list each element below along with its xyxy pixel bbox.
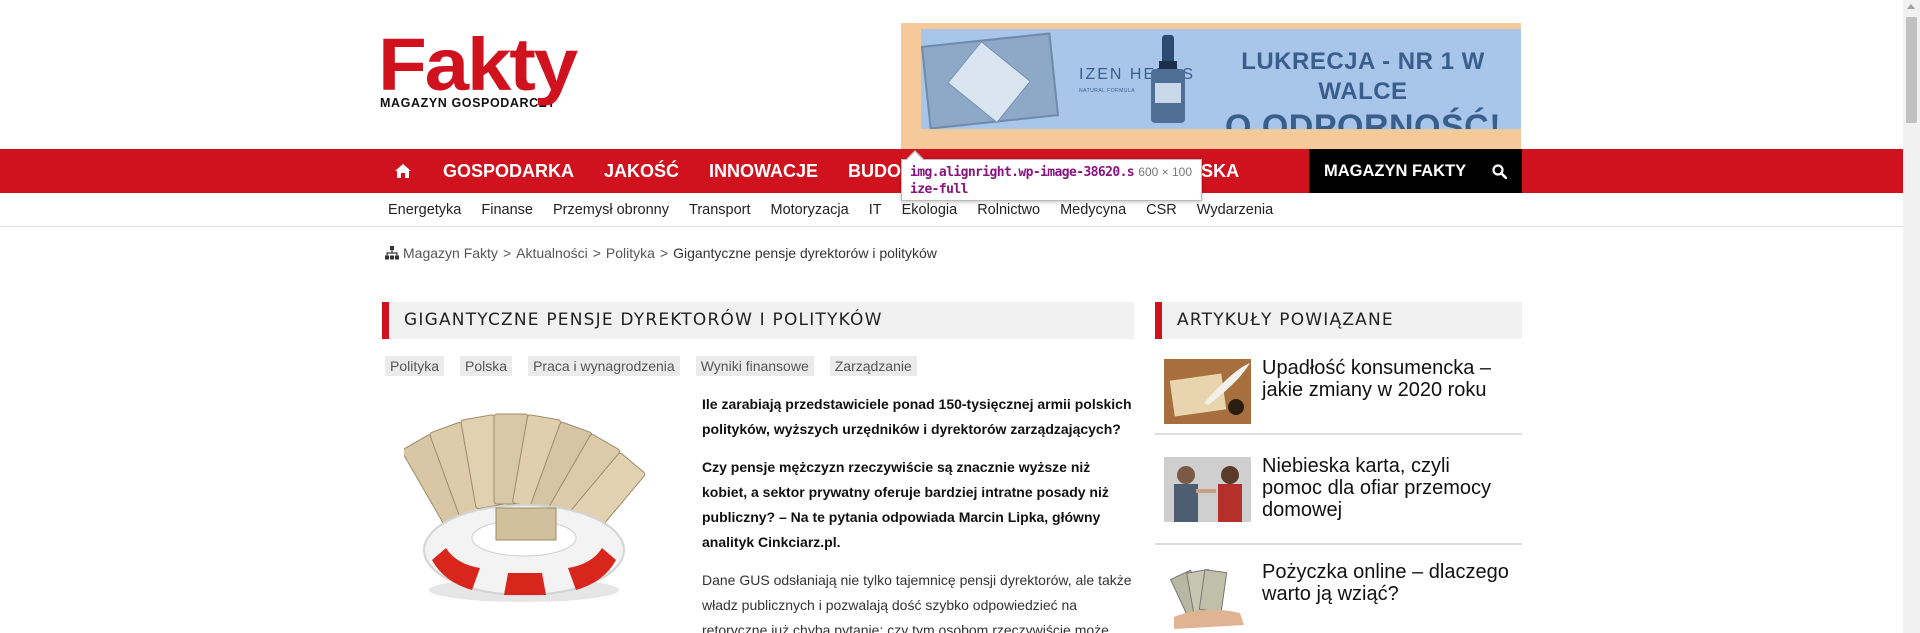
logo-wordmark: Fakty bbox=[378, 23, 578, 106]
article-lead-1: Ile zarabiają przedstawiciele ponad 150-… bbox=[702, 396, 1132, 437]
site-logo[interactable]: Fakty MAGAZYN GOSPODARCZY bbox=[378, 28, 618, 111]
article-image-lifebuoy-money bbox=[404, 413, 646, 602]
related-title-3[interactable]: Pożyczka online – dlaczego warto ją wzią… bbox=[1262, 561, 1512, 605]
subnav-item-it[interactable]: IT bbox=[859, 202, 892, 218]
nav-magazine-area: MAGAZYN FAKTY bbox=[1309, 149, 1522, 193]
related-title-1[interactable]: Upadłość konsumencka – jakie zmiany w 20… bbox=[1262, 357, 1512, 401]
subnav-item-finanse[interactable]: Finanse bbox=[471, 202, 543, 218]
banner-line-2: O ODPORNOŚĆ! bbox=[1224, 108, 1502, 129]
subnav-divider bbox=[0, 226, 1903, 227]
breadcrumb-separator: > bbox=[592, 245, 601, 261]
category-subnav: Energetyka Finanse Przemysł obronny Tran… bbox=[378, 193, 1283, 227]
related-thumb-cash-hand bbox=[1164, 565, 1251, 630]
sitemap-icon bbox=[385, 246, 399, 260]
nav-item-gospodarka[interactable]: GOSPODARKA bbox=[428, 149, 589, 193]
tooltip-dimensions: 600 × 100 bbox=[1138, 165, 1192, 179]
tag-polityka[interactable]: Polityka bbox=[385, 356, 445, 376]
sidebar-title-box: ARTYKUŁY POWIĄZANE bbox=[1155, 302, 1522, 339]
breadcrumb-separator: > bbox=[659, 245, 669, 261]
related-article-2[interactable]: Niebieska karta, czyli pomoc dla ofiar p… bbox=[1155, 437, 1522, 545]
breadcrumb-link-polityka[interactable]: Polityka bbox=[606, 245, 655, 261]
nav-item-magazyn-fakty[interactable]: MAGAZYN FAKTY bbox=[1309, 162, 1479, 181]
article-body: Ile zarabiają przedstawiciele ponad 150-… bbox=[702, 392, 1134, 633]
subnav-item-motoryzacja[interactable]: Motoryzacja bbox=[761, 202, 859, 218]
product-box-image bbox=[921, 32, 1060, 129]
related-title-2[interactable]: Niebieska karta, czyli pomoc dla ofiar p… bbox=[1262, 455, 1512, 521]
article-paragraph: Dane GUS odsłaniają nie tylko tajemnicę … bbox=[702, 572, 1132, 633]
nav-item-innowacje[interactable]: INNOWACJE bbox=[694, 149, 833, 193]
related-article-1[interactable]: Upadłość konsumencka – jakie zmiany w 20… bbox=[1155, 347, 1522, 435]
related-article-3[interactable]: Pożyczka online – dlaczego warto ją wzią… bbox=[1155, 547, 1522, 633]
nav-item-jakosc[interactable]: JAKOŚĆ bbox=[589, 149, 694, 193]
home-icon[interactable] bbox=[378, 149, 428, 193]
subnav-item-ekologia[interactable]: Ekologia bbox=[892, 202, 968, 218]
breadcrumb-current: Gigantyczne pensje dyrektorów i politykó… bbox=[673, 245, 937, 261]
scroll-up-icon[interactable] bbox=[1907, 4, 1915, 9]
tag-wyniki-finansowe[interactable]: Wyniki finansowe bbox=[695, 356, 814, 376]
subnav-item-przemysl-obronny[interactable]: Przemysł obronny bbox=[543, 202, 679, 218]
article-lead-2: Czy pensje mężczyzn rzeczywiście są znac… bbox=[702, 459, 1109, 550]
bottle-image bbox=[1151, 35, 1185, 123]
ad-banner[interactable]: IZEN HERBS NATURAL FORMULA LUKRECJA - NR… bbox=[921, 29, 1521, 129]
breadcrumb: Magazyn Fakty > Aktualności > Polityka >… bbox=[385, 245, 937, 261]
scrollbar-thumb[interactable] bbox=[1906, 17, 1917, 123]
banner-headline: LUKRECJA - NR 1 W WALCE O ODPORNOŚĆ! bbox=[1213, 47, 1513, 129]
breadcrumb-separator: > bbox=[502, 245, 512, 261]
breadcrumb-link-aktualnosci[interactable]: Aktualności bbox=[516, 245, 588, 261]
subnav-item-energetyka[interactable]: Energetyka bbox=[378, 202, 471, 218]
subnav-item-wydarzenia[interactable]: Wydarzenia bbox=[1187, 202, 1283, 218]
article-title: GIGANTYCZNE PENSJE DYREKTORÓW I POLITYKÓ… bbox=[404, 310, 883, 330]
tag-zarzadzanie[interactable]: Zarządzanie bbox=[829, 356, 917, 376]
subnav-item-rolnictwo[interactable]: Rolnictwo bbox=[967, 202, 1050, 218]
related-thumb-couple bbox=[1164, 457, 1251, 522]
tag-polska[interactable]: Polska bbox=[460, 356, 513, 376]
subnav-item-transport[interactable]: Transport bbox=[679, 202, 761, 218]
search-icon[interactable] bbox=[1479, 149, 1519, 193]
banner-line-1: LUKRECJA - NR 1 W WALCE bbox=[1241, 48, 1485, 105]
related-thumb-quill bbox=[1164, 359, 1251, 424]
sidebar-title: ARTYKUŁY POWIĄZANE bbox=[1177, 310, 1394, 330]
page-scrollbar[interactable] bbox=[1903, 0, 1920, 633]
tag-praca-i-wynagrodzenia[interactable]: Praca i wynagrodzenia bbox=[528, 356, 680, 376]
article-tags: Polityka Polska Praca i wynagrodzenia Wy… bbox=[385, 356, 933, 376]
breadcrumb-link-home[interactable]: Magazyn Fakty bbox=[403, 245, 498, 261]
subnav-item-medycyna[interactable]: Medycyna bbox=[1050, 202, 1136, 218]
article-title-box: GIGANTYCZNE PENSJE DYREKTORÓW I POLITYKÓ… bbox=[382, 302, 1134, 339]
subnav-item-csr[interactable]: CSR bbox=[1136, 202, 1187, 218]
